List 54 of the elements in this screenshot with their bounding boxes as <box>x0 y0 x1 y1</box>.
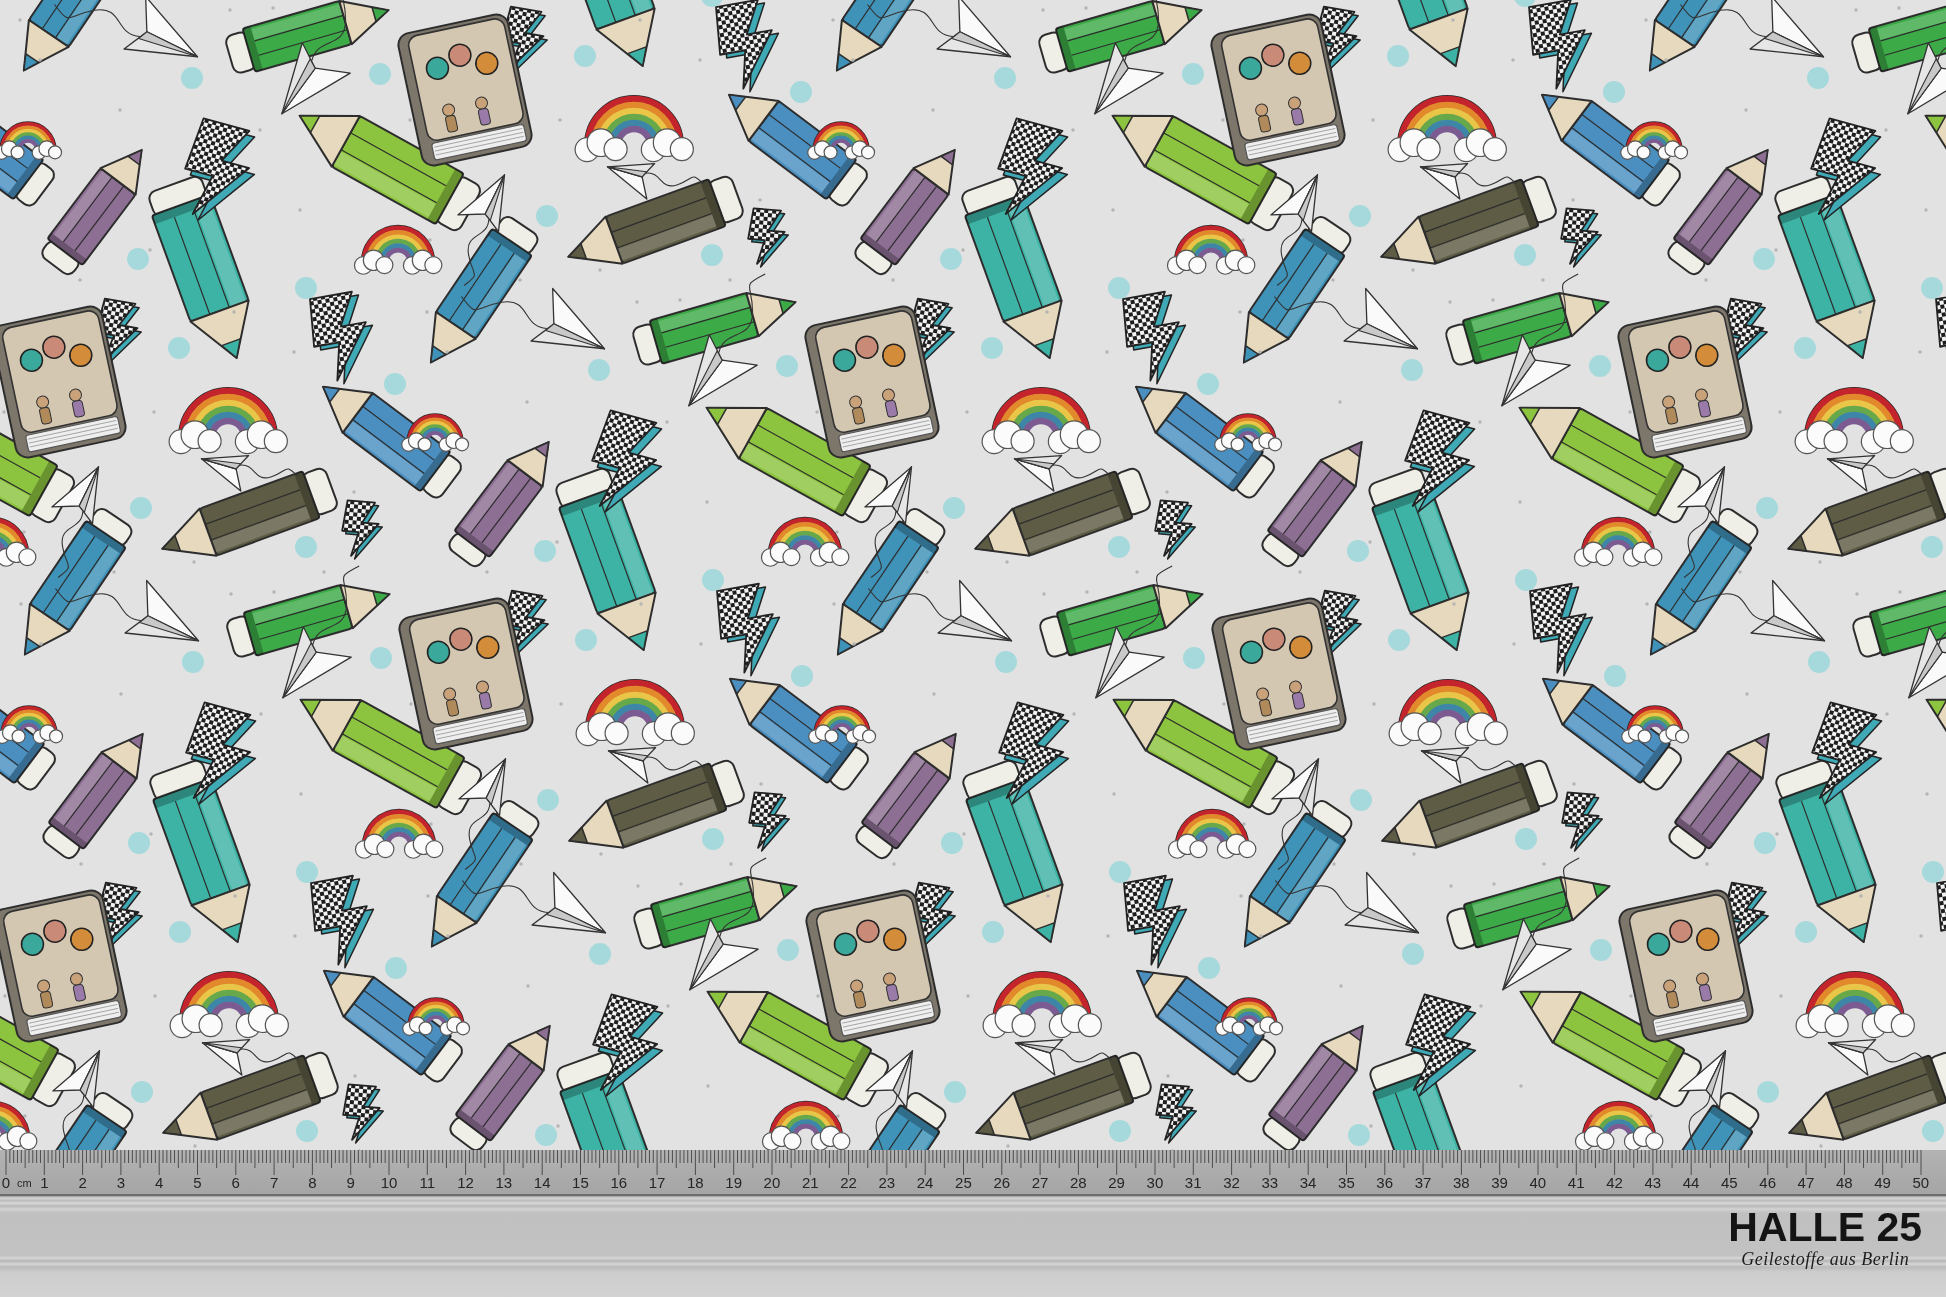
ruler-number: 34 <box>1299 1175 1317 1190</box>
unit-label: cm <box>17 1178 32 1189</box>
ruler-number: 30 <box>1146 1175 1164 1190</box>
ruler-number: 49 <box>1874 1175 1891 1190</box>
ruler-number: 37 <box>1414 1175 1432 1190</box>
ruler-number: 19 <box>725 1175 742 1190</box>
ruler-number: 13 <box>495 1175 513 1190</box>
ruler-number: 31 <box>1184 1175 1202 1190</box>
ruler-number: 43 <box>1644 1175 1662 1190</box>
ruler-number: 8 <box>308 1175 317 1190</box>
ruler-number: 1 <box>40 1175 49 1190</box>
ruler-number: 4 <box>155 1175 164 1190</box>
ruler-number: 22 <box>840 1175 857 1190</box>
ruler-number: 3 <box>116 1175 126 1190</box>
ruler-number: 24 <box>916 1175 934 1190</box>
ruler-number: 39 <box>1491 1175 1508 1190</box>
ruler-number: 42 <box>1606 1175 1623 1190</box>
ruler-number: 7 <box>269 1175 279 1190</box>
ruler-number: 26 <box>993 1175 1011 1190</box>
ruler-number: 45 <box>1721 1175 1738 1190</box>
ruler-number: 44 <box>1682 1175 1700 1190</box>
ruler-number: 27 <box>1031 1175 1049 1190</box>
ruler-number: 9 <box>346 1175 355 1190</box>
ruler-number: 47 <box>1797 1175 1815 1190</box>
brand-tagline: Geilestoffe aus Berlin <box>1741 1249 1910 1269</box>
ruler-number: 12 <box>457 1175 474 1190</box>
ruler-number: 17 <box>648 1175 666 1190</box>
ruler-number: 6 <box>231 1175 240 1190</box>
ruler-number: 46 <box>1759 1175 1776 1190</box>
ruler-number: 18 <box>687 1175 704 1190</box>
ruler-number: 16 <box>610 1175 628 1190</box>
ruler-number: 28 <box>1069 1175 1087 1190</box>
ruler-number: 25 <box>955 1175 972 1190</box>
ruler-number: 40 <box>1529 1175 1547 1190</box>
ruler-number: 2 <box>78 1175 87 1190</box>
ruler-number: 50 <box>1912 1175 1930 1190</box>
ruler-number: 21 <box>801 1175 819 1190</box>
ruler-number: 0 <box>1 1175 11 1190</box>
ruler-number: 35 <box>1338 1175 1355 1190</box>
ruler-number: 32 <box>1223 1175 1240 1190</box>
ruler-number: 23 <box>878 1175 896 1190</box>
ruler-number: 14 <box>533 1175 551 1190</box>
ruler-number: 36 <box>1376 1175 1394 1190</box>
ruler-number: 15 <box>572 1175 589 1190</box>
brand-name: HALLE 25 <box>1728 1207 1922 1248</box>
ruler-number: 29 <box>1108 1175 1125 1190</box>
ruler-number: 10 <box>380 1175 398 1190</box>
ruler-number: 33 <box>1261 1175 1279 1190</box>
ruler-number: 41 <box>1567 1175 1585 1190</box>
ruler-number: 20 <box>763 1175 781 1190</box>
ruler-number: 5 <box>193 1175 202 1190</box>
ruler-number: 48 <box>1835 1175 1853 1190</box>
ruler-number: 11 <box>419 1175 436 1190</box>
ruler-number: 38 <box>1452 1175 1470 1190</box>
